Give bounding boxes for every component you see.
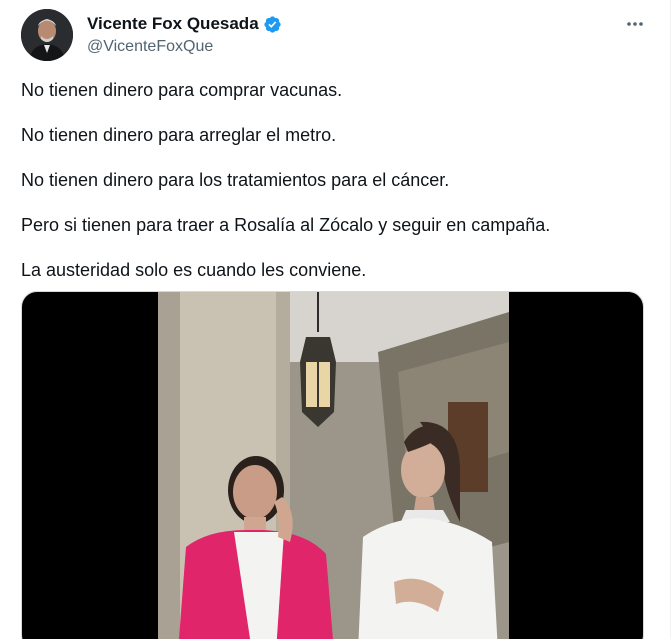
author-handle[interactable]: @VicenteFoxQue: [87, 36, 282, 58]
tweet-line: No tienen dinero para comprar vacunas.: [21, 80, 343, 100]
author-info: Vicente Fox Quesada @VicenteFoxQue: [87, 13, 282, 58]
tweet-line: No tienen dinero para los tratamientos p…: [21, 170, 450, 190]
tweet-card: Vicente Fox Quesada @VicenteFoxQue No ti…: [0, 0, 671, 639]
author-avatar[interactable]: [21, 9, 73, 61]
tweet-line: La austeridad solo es cuando les convien…: [21, 260, 367, 280]
video-thumbnail: [158, 292, 509, 639]
tweet-line: Pero si tienen para traer a Rosalía al Z…: [21, 215, 551, 235]
name-row: Vicente Fox Quesada: [87, 13, 282, 35]
video-player[interactable]: [21, 291, 644, 639]
more-options-icon[interactable]: [622, 13, 648, 35]
author-display-name[interactable]: Vicente Fox Quesada: [87, 13, 259, 35]
tweet-line: No tienen dinero para arreglar el metro.: [21, 125, 337, 145]
avatar-photo-icon: [21, 9, 73, 61]
tweet-text: No tienen dinero para comprar vacunas. N…: [21, 78, 646, 303]
verified-badge-icon[interactable]: [263, 15, 282, 34]
